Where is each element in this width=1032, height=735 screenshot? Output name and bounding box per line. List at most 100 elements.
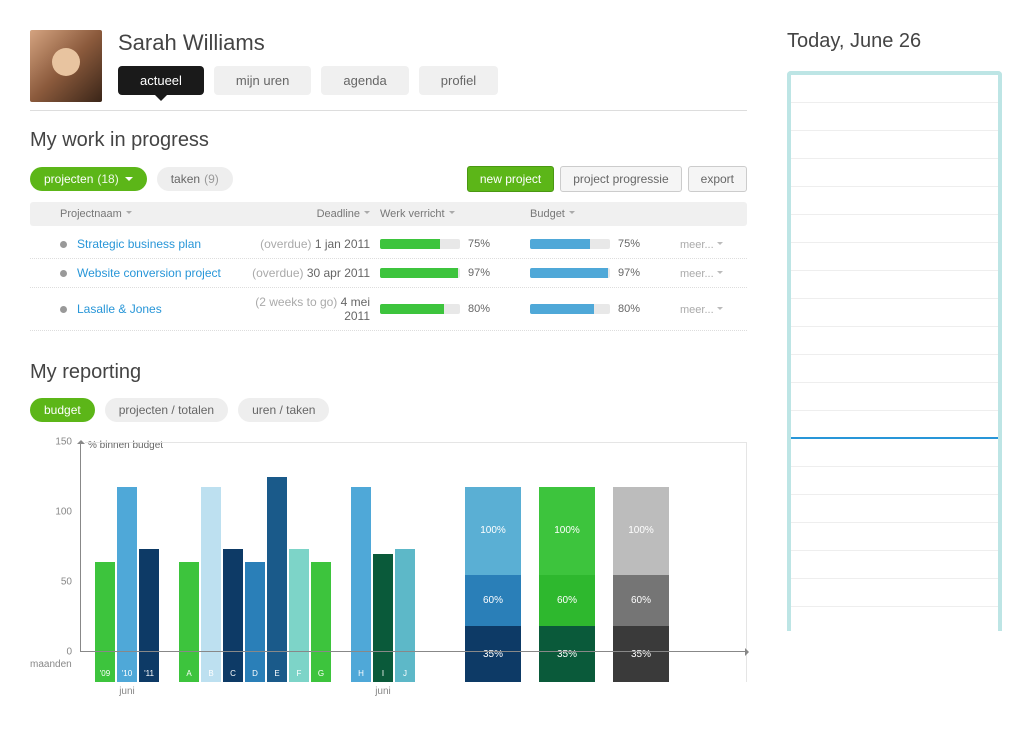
bar-group: HIJjuni xyxy=(351,487,415,682)
calendar-slot[interactable] xyxy=(791,187,998,215)
calendar-slot[interactable] xyxy=(791,495,998,523)
bar-label: H xyxy=(358,669,364,678)
deadline-date: 4 mei 2011 xyxy=(341,295,370,323)
report-tab-projecten-totalen[interactable]: projecten / totalen xyxy=(105,398,228,422)
calendar-slot[interactable] xyxy=(791,131,998,159)
stacked-group: 35%60%100%35%60%100%35%60%100% xyxy=(465,487,669,682)
calendar-slot[interactable] xyxy=(791,607,998,631)
werk-percent: 97% xyxy=(468,267,490,279)
calendar-slot[interactable] xyxy=(791,299,998,327)
calendar-slot[interactable] xyxy=(791,523,998,551)
stack-segment: 35% xyxy=(465,626,521,682)
bar-label: J xyxy=(403,669,407,678)
chart-bar[interactable]: G xyxy=(311,562,331,682)
project-name-link[interactable]: Strategic business plan xyxy=(77,237,201,251)
stack-segment: 35% xyxy=(539,626,595,682)
calendar-slot[interactable] xyxy=(791,467,998,495)
bar-label: '11 xyxy=(144,669,154,678)
y-tick: 100 xyxy=(55,507,72,518)
project-name-link[interactable]: Website conversion project xyxy=(77,266,221,280)
table-body: Strategic business plan(overdue) 1 jan 2… xyxy=(30,230,747,331)
deadline-note: (overdue) xyxy=(260,237,311,251)
werk-progress-bar xyxy=(380,239,460,249)
project-progressie-button[interactable]: project progressie xyxy=(560,166,681,192)
calendar-slot[interactable] xyxy=(791,551,998,579)
report-tab-budget[interactable]: budget xyxy=(30,398,95,422)
chart-bar[interactable]: I xyxy=(373,554,393,682)
y-tick: 50 xyxy=(61,577,72,588)
bar-label: F xyxy=(297,669,302,678)
bar-label: C xyxy=(230,669,236,678)
more-link[interactable]: meer... xyxy=(680,268,723,280)
stack-segment: 100% xyxy=(613,487,669,575)
sort-caret-icon xyxy=(449,211,455,217)
tab-agenda[interactable]: agenda xyxy=(321,66,408,95)
new-project-button[interactable]: new project xyxy=(467,166,554,192)
calendar-slot[interactable] xyxy=(791,271,998,299)
stack-segment: 35% xyxy=(613,626,669,682)
deadline-note: (overdue) xyxy=(252,266,303,280)
chart-bar[interactable]: '10 xyxy=(117,487,137,682)
calendar-slot[interactable] xyxy=(791,215,998,243)
tab-actueel[interactable]: actueel xyxy=(118,66,204,95)
calendar-slot[interactable] xyxy=(791,103,998,131)
filter-projecten[interactable]: projecten (18) xyxy=(30,167,147,191)
sort-caret-icon xyxy=(364,211,370,217)
user-name: Sarah Williams xyxy=(118,30,747,56)
group-label: juni xyxy=(119,686,135,697)
calendar-slot[interactable] xyxy=(791,75,998,103)
calendar-slot[interactable] xyxy=(791,579,998,607)
avatar[interactable] xyxy=(30,30,102,102)
stack-segment: 60% xyxy=(613,575,669,626)
bar-label: '09 xyxy=(100,669,110,678)
calendar-slot[interactable] xyxy=(791,383,998,411)
tab-mijn-uren[interactable]: mijn uren xyxy=(214,66,311,95)
chart-bar[interactable]: C xyxy=(223,549,243,682)
calendar[interactable] xyxy=(787,71,1002,631)
bar-label: '10 xyxy=(122,669,132,678)
filter-projecten-label: projecten xyxy=(44,172,93,186)
today-title: Today, June 26 xyxy=(787,30,1002,53)
project-name-link[interactable]: Lasalle & Jones xyxy=(77,302,162,316)
budget-progress-bar xyxy=(530,304,610,314)
chart-bar[interactable]: A xyxy=(179,562,199,682)
sort-caret-icon xyxy=(569,211,575,217)
budget-chart: % binnen budget 050100150 '09'10'11juniA… xyxy=(30,442,747,682)
header: Sarah Williams actueel mijn uren agenda … xyxy=(30,30,747,111)
stacked-bar[interactable]: 35%60%100% xyxy=(465,487,521,682)
th-projectnaam[interactable]: Projectnaam xyxy=(60,208,122,220)
more-link[interactable]: meer... xyxy=(680,304,723,316)
filter-taken[interactable]: taken (9) xyxy=(157,167,233,191)
bar-label: B xyxy=(208,669,213,678)
export-button[interactable]: export xyxy=(688,166,747,192)
th-werk[interactable]: Werk verricht xyxy=(380,208,445,220)
budget-progress-bar xyxy=(530,268,610,278)
calendar-slot[interactable] xyxy=(791,411,998,439)
chart-bar[interactable]: H xyxy=(351,487,371,682)
stacked-bar[interactable]: 35%60%100% xyxy=(539,487,595,682)
chart-bar[interactable]: B xyxy=(201,487,221,682)
tab-profiel[interactable]: profiel xyxy=(419,66,498,95)
stacked-bar[interactable]: 35%60%100% xyxy=(613,487,669,682)
chart-bar[interactable]: '09 xyxy=(95,562,115,682)
calendar-slot[interactable] xyxy=(791,243,998,271)
x-axis-label: maanden xyxy=(30,659,72,670)
th-budget[interactable]: Budget xyxy=(530,208,565,220)
chart-bar[interactable]: '11 xyxy=(139,549,159,682)
th-deadline[interactable]: Deadline xyxy=(317,208,360,220)
status-dot-icon xyxy=(60,306,67,313)
calendar-slot[interactable] xyxy=(791,355,998,383)
deadline-date: 30 apr 2011 xyxy=(307,266,370,280)
calendar-slot[interactable] xyxy=(791,439,998,467)
calendar-slot[interactable] xyxy=(791,159,998,187)
report-tab-uren-taken[interactable]: uren / taken xyxy=(238,398,329,422)
calendar-slot[interactable] xyxy=(791,327,998,355)
chart-bar[interactable]: J xyxy=(395,549,415,682)
y-tick: 150 xyxy=(55,437,72,448)
chart-bar[interactable]: F xyxy=(289,549,309,682)
bar-label: I xyxy=(382,669,384,678)
stack-segment: 60% xyxy=(465,575,521,626)
more-link[interactable]: meer... xyxy=(680,239,723,251)
chart-bar[interactable]: D xyxy=(245,562,265,682)
y-tick: 0 xyxy=(66,647,72,658)
